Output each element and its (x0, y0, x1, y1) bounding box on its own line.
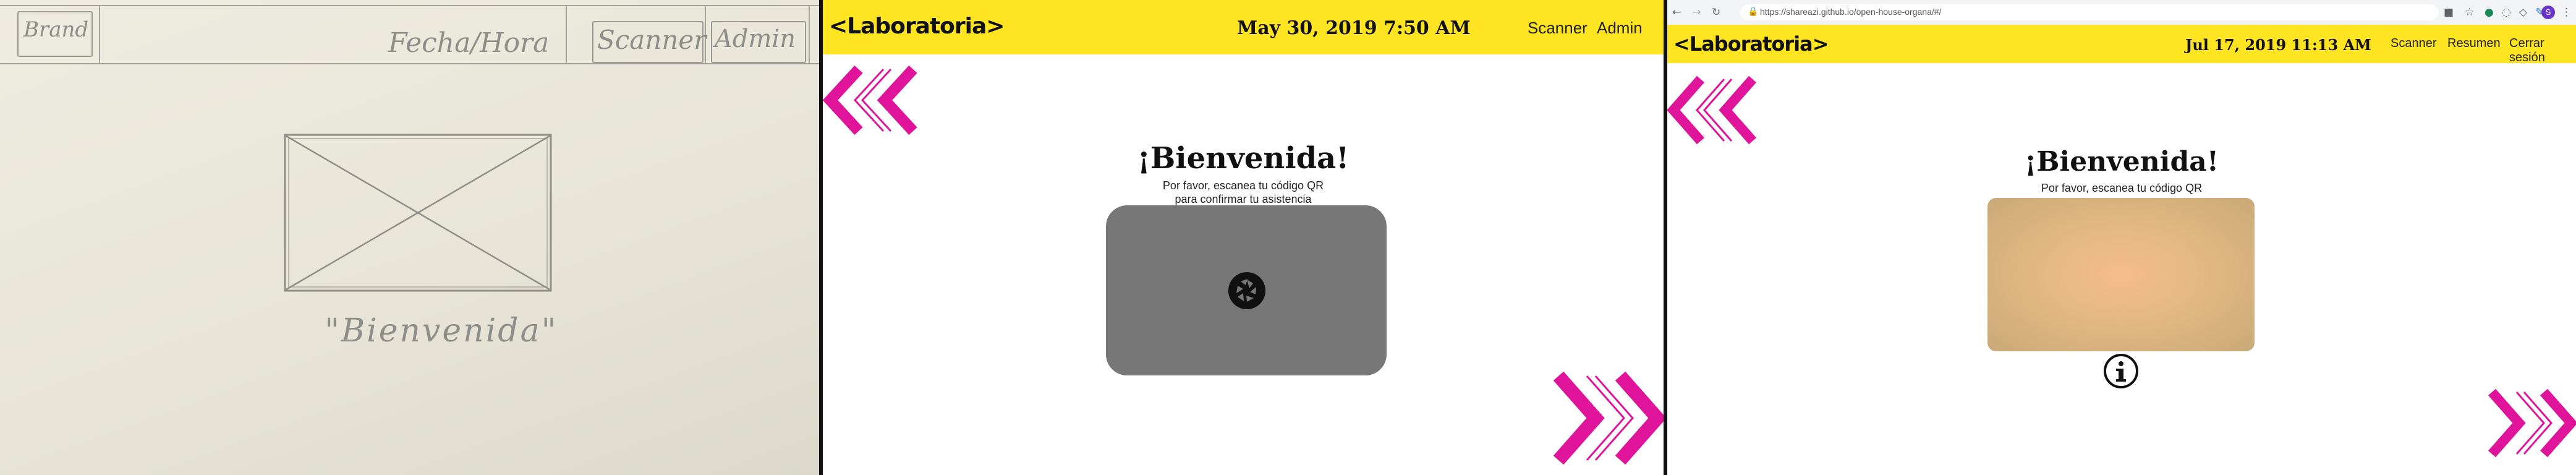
brand-logo[interactable]: <Laboratoria> (829, 14, 1005, 39)
bookmark-star-icon[interactable]: ☆ (2465, 6, 2474, 19)
camera-preview[interactable] (1106, 205, 1387, 375)
camera-preview[interactable] (1987, 198, 2255, 351)
nav-admin-link[interactable]: Admin (1597, 19, 1643, 38)
browser-toolbar: ← → ↻ 🔒 https://shareazi.github.io/open-… (1667, 0, 2576, 25)
chevrons-right-icon (1553, 371, 1664, 465)
sketch-nav-bottom-line (0, 63, 819, 64)
sketch-top-line (0, 5, 819, 6)
forward-arrow-icon[interactable]: → (1692, 6, 1701, 19)
sketch-brand: Brand (23, 17, 89, 42)
extension-icon-3[interactable]: ◇ (2519, 6, 2527, 19)
chevrons-left-icon (1667, 75, 1757, 145)
app-panel-jul: ← → ↻ 🔒 https://shareazi.github.io/open-… (1667, 0, 2576, 475)
chevrons-right-icon (2488, 388, 2576, 458)
extension-icon-2[interactable]: ◌ (2502, 6, 2511, 19)
app-panel-may: <Laboratoria> May 30, 2019 7:50 AM Scann… (823, 0, 1664, 475)
profile-avatar[interactable]: S (2541, 6, 2555, 19)
welcome-heading: ¡Bienvenida! (1137, 141, 1350, 176)
datetime-display: Jul 17, 2019 11:13 AM (2185, 36, 2371, 54)
back-arrow-icon[interactable]: ← (1672, 6, 1681, 19)
nav-resumen-link[interactable]: Resumen (2447, 36, 2501, 51)
sketch-datetime: Fecha/Hora (388, 27, 550, 59)
sketch-divider-2 (566, 6, 567, 63)
nav-scanner-link[interactable]: Scanner (2391, 36, 2437, 51)
top-navbar: <Laboratoria> Jul 17, 2019 11:13 AM Scan… (1667, 25, 2576, 65)
address-bar[interactable]: 🔒 https://shareazi.github.io/open-house-… (1740, 4, 2439, 20)
welcome-subtitle-1: Por favor, escanea tu código QR (1162, 179, 1324, 192)
camera-shutter-icon[interactable] (1227, 271, 1267, 310)
sketch-panel: Brand Fecha/Hora Scanner Admin "Bienveni… (0, 0, 819, 475)
info-icon[interactable] (2102, 353, 2140, 390)
top-navbar: <Laboratoria> May 30, 2019 7:50 AM Scann… (823, 0, 1664, 54)
chevrons-left-icon (823, 65, 917, 135)
sketch-divider-4 (809, 6, 810, 63)
nav-scanner-link[interactable]: Scanner (1528, 19, 1588, 38)
brand-logo[interactable]: <Laboratoria> (1673, 32, 1829, 56)
extension-icon[interactable]: ● (2485, 6, 2494, 19)
reload-icon[interactable]: ↻ (1712, 6, 1720, 19)
sketch-image-placeholder (284, 134, 552, 292)
welcome-subtitle-2: para confirmar tu asistencia (1175, 193, 1312, 205)
sketch-welcome: "Bienvenida" (325, 312, 558, 349)
sketch-admin: Admin (715, 25, 796, 53)
menu-kebab-icon[interactable]: ⋮ (2561, 6, 2572, 19)
lock-icon: 🔒 (1748, 7, 1759, 17)
sketch-scanner: Scanner (597, 25, 707, 55)
datetime-display: May 30, 2019 7:50 AM (1237, 17, 1471, 39)
welcome-subtitle: Por favor, escanea tu código QR (2041, 182, 2203, 194)
camera-blocked-icon[interactable]: ■ (2444, 6, 2454, 19)
url-text: https://shareazi.github.io/open-house-or… (1760, 7, 1942, 17)
sketch-divider-1 (99, 6, 100, 63)
nav-logout-link[interactable]: Cerrar sesión (2509, 36, 2576, 65)
welcome-heading: ¡Bienvenida! (2024, 146, 2219, 178)
